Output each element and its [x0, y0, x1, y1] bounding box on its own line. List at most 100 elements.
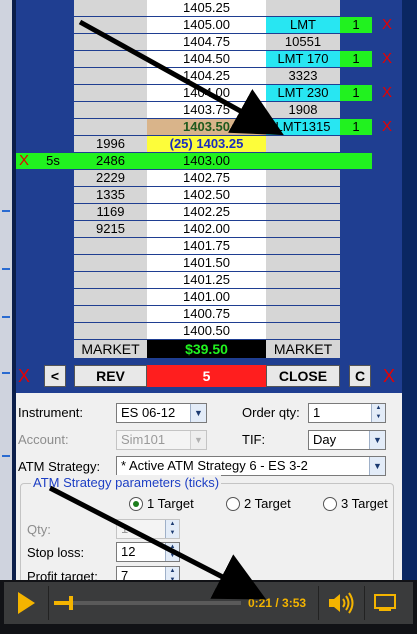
- target3-radio[interactable]: [323, 497, 337, 511]
- left-arrow-button[interactable]: <: [44, 365, 66, 387]
- ask-order-cell[interactable]: 10551: [266, 34, 340, 50]
- pnl-display: $39.50: [147, 340, 266, 358]
- right-edge-strip: [402, 0, 417, 580]
- ask-order-cell[interactable]: LMT1315: [266, 119, 340, 135]
- bid-cell[interactable]: 2486: [74, 153, 147, 169]
- ask-order-cell[interactable]: [266, 136, 340, 152]
- ladder-row: 1405.25: [16, 0, 402, 17]
- price-cell: 1402.25: [147, 204, 266, 220]
- ask-order-cell[interactable]: [266, 204, 340, 220]
- ladder-row: 1996 (25) 1403.25: [16, 136, 402, 153]
- ask-order-cell[interactable]: 3323: [266, 68, 340, 84]
- cancel-order-button[interactable]: X: [372, 119, 402, 135]
- atm-qty-stepper: 1 ▲ ▼: [116, 519, 180, 539]
- spin-arrows-icon[interactable]: ▲ ▼: [371, 404, 385, 422]
- row-tag: 5s: [32, 153, 74, 169]
- spin-arrows-icon[interactable]: ▲ ▼: [165, 543, 179, 561]
- ask-order-cell[interactable]: [266, 0, 340, 16]
- cancel-all-left-button[interactable]: X: [16, 365, 32, 387]
- close-button[interactable]: CLOSE: [266, 365, 340, 387]
- bid-cell[interactable]: [74, 272, 147, 288]
- bid-cell[interactable]: [74, 51, 147, 67]
- divider: [364, 586, 365, 620]
- bid-cell[interactable]: [74, 102, 147, 118]
- stop-loss-value: 12: [121, 544, 136, 559]
- volume-icon[interactable]: [327, 592, 357, 619]
- cancel-all-right-button[interactable]: X: [380, 365, 398, 387]
- ladder-row: 1404.00 LMT 230 1 X: [16, 85, 402, 102]
- atm-parameters-title: ATM Strategy parameters (ticks): [31, 475, 222, 490]
- atm-strategy-select[interactable]: * Active ATM Strategy 6 - ES 3-2 ▼: [116, 456, 386, 476]
- ask-order-cell[interactable]: [266, 306, 340, 322]
- play-icon[interactable]: [18, 592, 35, 614]
- target2-label: 2 Target: [244, 496, 291, 511]
- bid-cell[interactable]: [74, 119, 147, 135]
- tif-label: TIF:: [242, 432, 266, 447]
- market-row: MARKET $39.50 MARKET: [16, 340, 402, 358]
- c-button[interactable]: C: [349, 365, 371, 387]
- cancel-order-button[interactable]: X: [372, 51, 402, 67]
- ask-order-cell[interactable]: LMT 170: [266, 51, 340, 67]
- fullscreen-icon[interactable]: [374, 594, 396, 617]
- market-buy-button[interactable]: MARKET: [266, 340, 340, 358]
- bid-cell[interactable]: [74, 306, 147, 322]
- tif-select[interactable]: Day ▼: [308, 430, 386, 450]
- seek-handle[interactable]: [68, 596, 73, 610]
- price-cell: 1402.00: [147, 221, 266, 237]
- ask-order-cell[interactable]: [266, 153, 340, 169]
- cancel-order-button[interactable]: X: [372, 85, 402, 101]
- instrument-label: Instrument:: [18, 405, 84, 420]
- market-sell-button[interactable]: MARKET: [74, 340, 147, 358]
- ask-order-cell[interactable]: LMT: [266, 17, 340, 33]
- ask-order-cell[interactable]: [266, 272, 340, 288]
- cancel-order-button[interactable]: X: [372, 17, 402, 33]
- ask-order-cell[interactable]: [266, 323, 340, 339]
- ask-order-cell[interactable]: LMT 230: [266, 85, 340, 101]
- bid-cell[interactable]: 9215: [74, 221, 147, 237]
- ask-order-cell[interactable]: [266, 221, 340, 237]
- instrument-value: ES 06-12: [121, 405, 176, 420]
- stop-loss-label: Stop loss:: [27, 545, 85, 560]
- divider: [318, 586, 319, 620]
- spin-arrows-icon[interactable]: ▲ ▼: [165, 567, 179, 580]
- ladder-row: 1403.75 1908: [16, 102, 402, 119]
- bid-cell[interactable]: 1169: [74, 204, 147, 220]
- instrument-select[interactable]: ES 06-12 ▼: [116, 403, 207, 423]
- order-qty-stepper[interactable]: 1 ▲ ▼: [308, 403, 386, 423]
- bid-cell[interactable]: [74, 323, 147, 339]
- order-qty-cell: 1: [340, 119, 372, 135]
- ladder-row: 1401.25: [16, 272, 402, 289]
- bid-cell[interactable]: [74, 34, 147, 50]
- bid-cell[interactable]: [74, 238, 147, 254]
- ladder-row: 9215 1402.00: [16, 221, 402, 238]
- cancel-row-button[interactable]: X: [16, 153, 32, 169]
- bid-cell[interactable]: [74, 17, 147, 33]
- ask-order-cell[interactable]: [266, 170, 340, 186]
- price-cell: 1400.50: [147, 323, 266, 339]
- ladder-row: 1405.00 LMT 1 X: [16, 17, 402, 34]
- ask-order-cell[interactable]: [266, 238, 340, 254]
- bid-cell[interactable]: [74, 0, 147, 16]
- target2-radio[interactable]: [226, 497, 240, 511]
- bid-cell[interactable]: 1335: [74, 187, 147, 203]
- chevron-down-icon: ▼: [190, 404, 206, 422]
- atm-parameters-group: ATM Strategy parameters (ticks) 1 Target…: [20, 475, 394, 580]
- ask-order-cell[interactable]: [266, 187, 340, 203]
- seek-bar[interactable]: [54, 596, 241, 610]
- stop-loss-stepper[interactable]: 12 ▲ ▼: [116, 542, 180, 562]
- ask-order-cell[interactable]: [266, 289, 340, 305]
- bid-cell[interactable]: 1996: [74, 136, 147, 152]
- profit-target-stepper[interactable]: 7 ▲ ▼: [116, 566, 180, 580]
- target1-radio[interactable]: [129, 497, 143, 511]
- bid-cell[interactable]: [74, 255, 147, 271]
- price-cell: 1405.00: [147, 17, 266, 33]
- ask-order-cell[interactable]: [266, 255, 340, 271]
- bid-cell[interactable]: [74, 289, 147, 305]
- bid-cell[interactable]: 2229: [74, 170, 147, 186]
- ask-order-cell[interactable]: 1908: [266, 102, 340, 118]
- bid-cell[interactable]: [74, 68, 147, 84]
- chevron-down-icon: ▼: [190, 431, 206, 449]
- left-chart-strip: [0, 0, 12, 580]
- bid-cell[interactable]: [74, 85, 147, 101]
- reverse-button[interactable]: REV: [74, 365, 147, 387]
